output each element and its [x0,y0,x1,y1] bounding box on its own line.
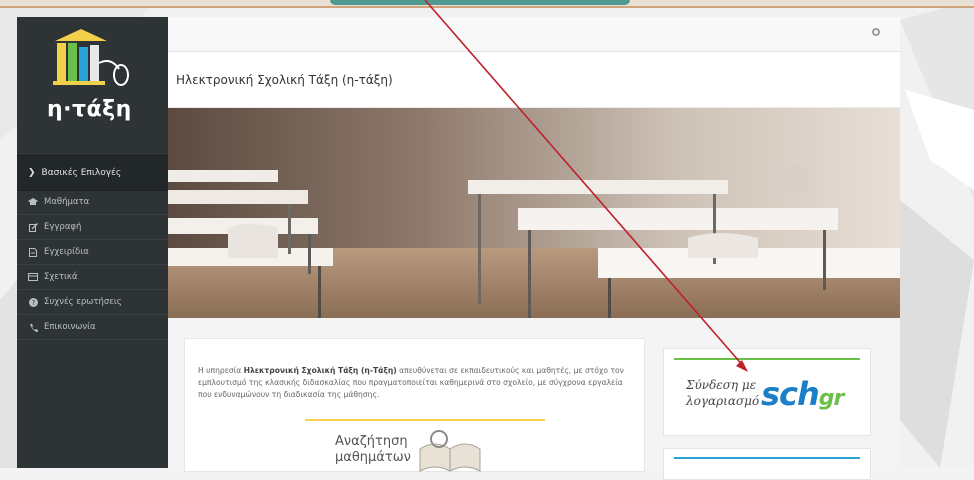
hero-image-classroom [168,108,900,319]
sch-login-button[interactable]: Σύνδεση με λογαριασμό schgr [663,348,871,436]
logo-books-icon [53,29,129,86]
login-label: Σύνδεση με λογαριασμό [686,378,760,408]
sidebar-item-label: Εγγραφή [44,222,82,232]
intro-text: Η υπηρεσία Ηλεκτρονική Σχολική Τάξη (η-Τ… [198,365,624,399]
content-area: Η υπηρεσία Ηλεκτρονική Σχολική Τάξη (η-Τ… [168,318,900,480]
sidebar-item-label: Σχετικά [44,272,78,282]
open-book-icon [419,430,481,472]
page-title: Ηλεκτρονική Σχολική Τάξη (η-τάξη) [176,72,393,87]
main-panel: Ηλεκτρονική Σχολική Τάξη (η-τάξη) Η υπηρ… [168,17,900,480]
menu-section-basic-options[interactable]: ❯ Βασικές Επιλογές [17,155,168,191]
service-name: Ηλεκτρονική Σχολική Τάξη (η-Τάξη) [243,365,397,375]
svg-text:?: ? [31,299,35,307]
sidebar: η·τάξη ❯ Βασικές Επιλογές Μαθήματα Εγγρα… [17,17,168,468]
sidebar-item-faq[interactable]: ? Συχνές ερωτήσεις [17,290,168,315]
intro-card: Η υπηρεσία Ηλεκτρονική Σχολική Τάξη (η-Τ… [184,338,645,472]
yellow-divider [305,419,545,421]
top-bar [168,17,900,52]
sidebar-item-label: Συχνές ερωτήσεις [44,297,122,307]
chevron-down-icon: ❯ [28,168,36,178]
card-icon [28,273,38,281]
sidebar-item-manuals[interactable]: Εγχειρίδια [17,240,168,265]
sidebar-item-label: Εγχειρίδια [44,247,89,257]
edit-icon [28,222,38,232]
sidebar-item-registration[interactable]: Εγγραφή [17,215,168,240]
sidebar-item-contact[interactable]: Επικοινωνία [17,315,168,340]
title-bar: Ηλεκτρονική Σχολική Τάξη (η-τάξη) [168,52,900,108]
search-courses-link[interactable]: Αναζήτηση μαθημάτων [335,434,411,466]
graduation-cap-icon [28,198,38,206]
top-decoration-strip [0,0,974,8]
secondary-card [663,448,871,480]
sidebar-item-about[interactable]: Σχετικά [17,265,168,290]
sch-logo: schgr [761,375,844,413]
sidebar-item-label: Επικοινωνία [44,322,96,332]
logo-text: η·τάξη [47,97,132,122]
app-logo[interactable]: η·τάξη [17,17,168,139]
sidebar-item-label: Μαθήματα [44,197,90,207]
file-icon [28,247,38,257]
menu-section-label: Βασικές Επιλογές [41,168,122,178]
sidebar-menu: Μαθήματα Εγγραφή Εγχειρίδια Σχετικά ? Συ… [17,190,168,340]
phone-icon [28,323,38,332]
question-circle-icon: ? [28,297,38,307]
settings-icon[interactable] [872,28,880,36]
sidebar-item-courses[interactable]: Μαθήματα [17,190,168,215]
